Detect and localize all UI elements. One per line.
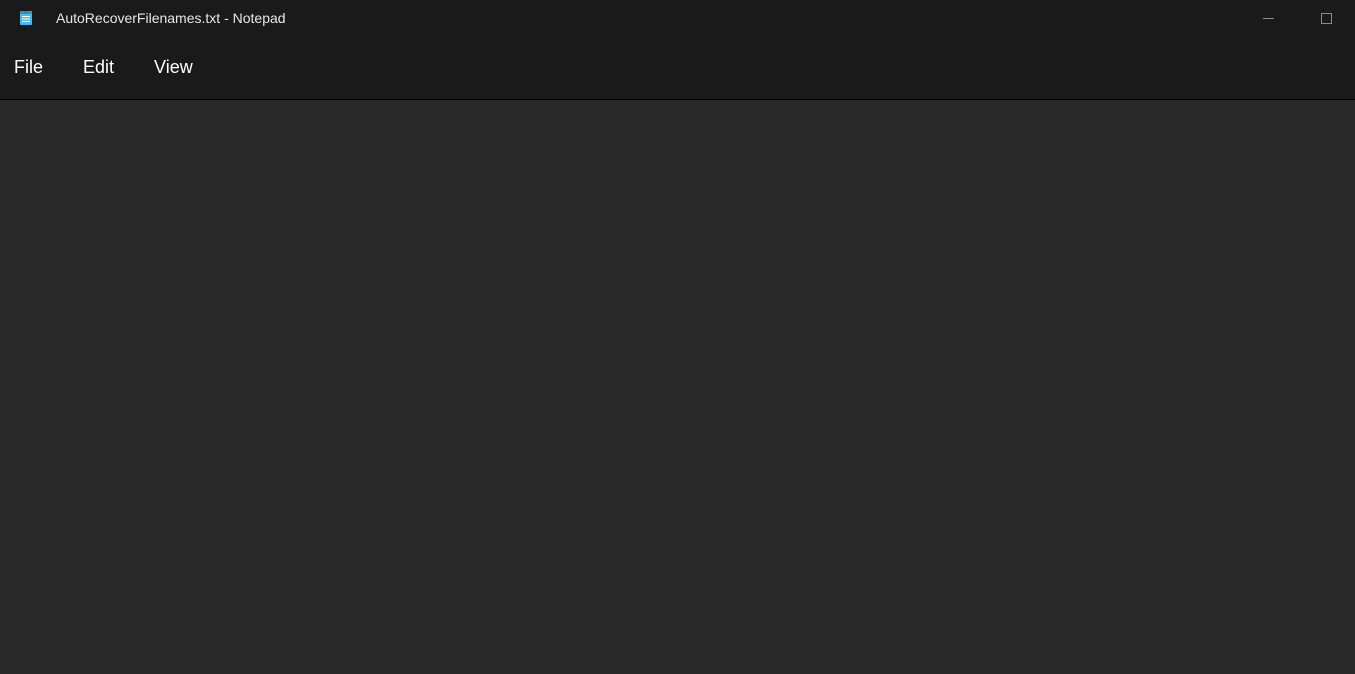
text-editor[interactable] (0, 100, 1355, 669)
notepad-icon (18, 10, 34, 26)
titlebar: AutoRecoverFilenames.txt - Notepad (0, 0, 1355, 36)
titlebar-left: AutoRecoverFilenames.txt - Notepad (18, 10, 286, 26)
menubar: File Edit View (0, 36, 1355, 100)
menu-file[interactable]: File (14, 57, 43, 78)
menu-edit[interactable]: Edit (83, 57, 114, 78)
minimize-button[interactable] (1239, 0, 1297, 36)
window-controls (1239, 0, 1355, 36)
maximize-button[interactable] (1297, 0, 1355, 36)
menu-view[interactable]: View (154, 57, 193, 78)
window-title: AutoRecoverFilenames.txt - Notepad (56, 10, 286, 26)
